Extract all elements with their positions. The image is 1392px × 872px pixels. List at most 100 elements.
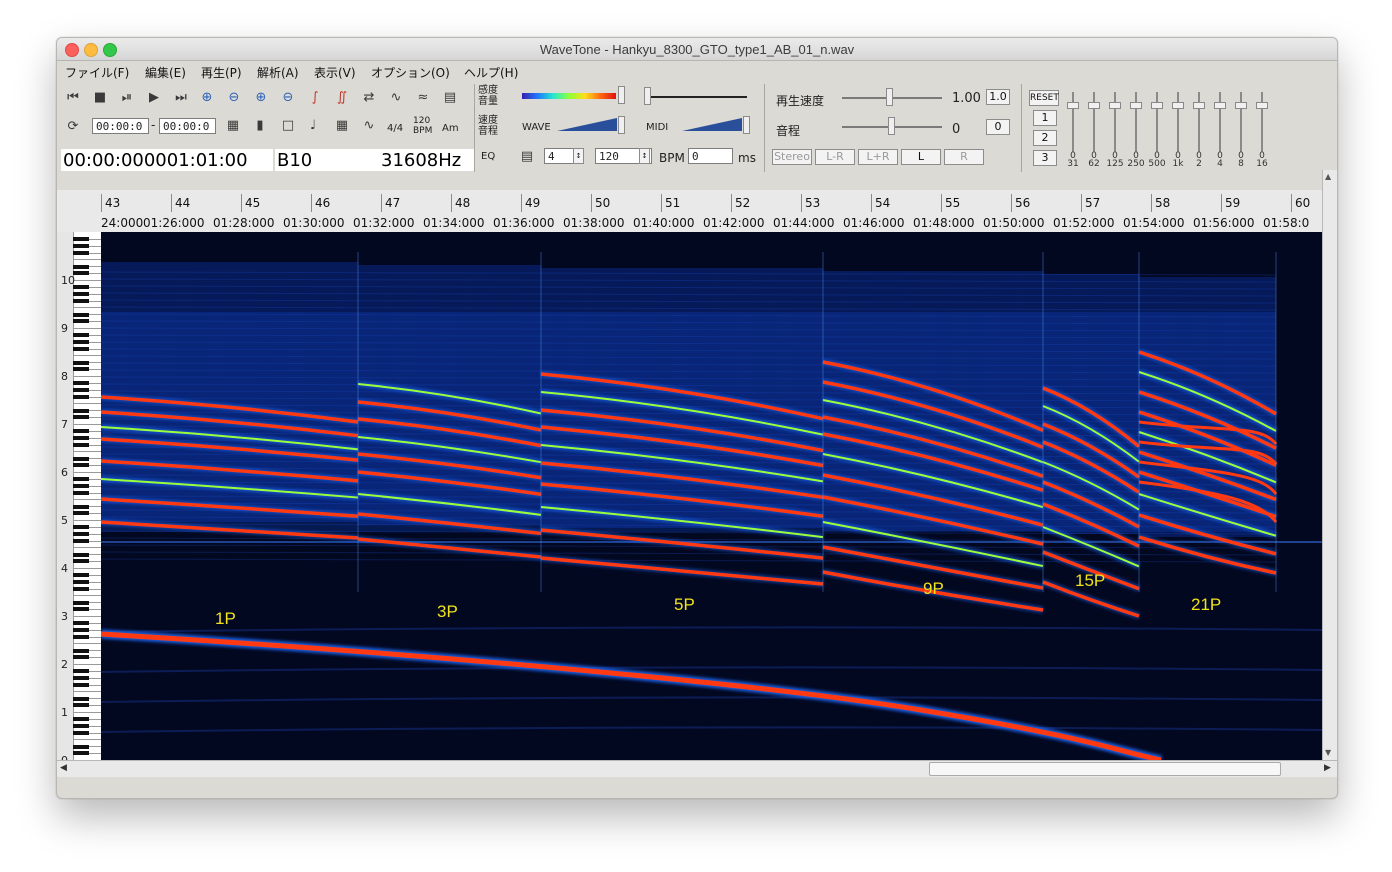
spectrogram-view[interactable]: 1P 3P 5P 9P 15P 21P: [101, 232, 1322, 760]
time-signature-label[interactable]: 4/4: [387, 123, 403, 134]
black-key: [73, 346, 89, 351]
pitch-reset-button[interactable]: 0: [986, 119, 1010, 135]
eq-band-thumb[interactable]: [1214, 102, 1226, 109]
eq-band-thumb[interactable]: [1088, 102, 1100, 109]
waveform-icon[interactable]: ∿: [386, 88, 406, 108]
scroll-down-icon[interactable]: ▼: [1325, 748, 1331, 757]
rewind-icon[interactable]: ⏮: [63, 88, 83, 108]
black-key: [73, 621, 89, 626]
white-key-divider: [73, 739, 101, 741]
eq-band-slider[interactable]: [1067, 92, 1079, 152]
expand-icon[interactable]: ∫: [305, 88, 325, 108]
curve-icon[interactable]: ∿: [359, 116, 379, 136]
range-end-field[interactable]: 00:00:0: [159, 118, 216, 134]
time-ruler[interactable]: 43 44 45 46 47 48 49 50 51 52 53 54 55 56 57 58 59 60 24:0…: [101, 190, 1322, 233]
eq-band-slider[interactable]: [1172, 92, 1184, 152]
eq-band-thumb[interactable]: [1256, 102, 1268, 109]
eq-band-slider[interactable]: [1109, 92, 1121, 152]
eq-label[interactable]: EQ: [481, 151, 495, 162]
eq-band-thumb[interactable]: [1130, 102, 1142, 109]
stereo-button[interactable]: Stereo: [772, 149, 812, 165]
menu-file[interactable]: ファイル(F): [65, 64, 129, 81]
chord-icon[interactable]: Am: [442, 123, 459, 134]
eq-band-slider[interactable]: [1088, 92, 1100, 152]
gear-annotation: 5P: [674, 595, 695, 614]
eq-band-thumb[interactable]: [1151, 102, 1163, 109]
loop-icon[interactable]: ⟳: [63, 117, 83, 137]
wave-volume-ramp[interactable]: [557, 118, 617, 132]
volume-slider-track[interactable]: [647, 96, 747, 98]
select-rect-icon[interactable]: □: [278, 116, 298, 136]
menu-play[interactable]: 再生(P): [201, 64, 242, 81]
eq-preset-1-button[interactable]: 1: [1033, 110, 1057, 126]
left-channel-button[interactable]: L: [901, 149, 941, 165]
piano-keyboard[interactable]: 109876543210: [57, 232, 101, 760]
bpm-spinner[interactable]: ↕: [639, 148, 650, 164]
right-channel-button[interactable]: R: [944, 149, 984, 165]
zoom-out-horizontal-icon[interactable]: ⊖: [224, 88, 244, 108]
midi-volume-ramp[interactable]: [682, 118, 742, 132]
black-key: [73, 724, 89, 728]
collapse-icon[interactable]: ∬: [332, 88, 352, 108]
horizontal-scrollbar[interactable]: ◀ ▶: [57, 760, 1337, 777]
table-icon[interactable]: ▦: [332, 116, 352, 136]
eq-band-thumb[interactable]: [1109, 102, 1121, 109]
eq-band-thumb[interactable]: [1067, 102, 1079, 109]
eq-band-slider[interactable]: [1130, 92, 1142, 152]
eq-preset-2-button[interactable]: 2: [1033, 130, 1057, 146]
eq-band-slider[interactable]: [1151, 92, 1163, 152]
beats-spinner[interactable]: ↕: [573, 148, 584, 164]
eq-reset-button[interactable]: RESET: [1029, 90, 1059, 106]
zoom-in-horizontal-icon[interactable]: ⊕: [197, 88, 217, 108]
stop-icon[interactable]: ■: [90, 88, 110, 108]
note-icon[interactable]: ♩: [303, 116, 323, 136]
eq-band-slider[interactable]: [1193, 92, 1205, 152]
menu-view[interactable]: 表示(V): [314, 64, 356, 81]
speed-slider-thumb[interactable]: [886, 88, 893, 106]
white-key-divider: [73, 259, 101, 261]
grid-view-icon[interactable]: ▦: [223, 116, 243, 136]
play-icon[interactable]: ▶: [144, 88, 164, 108]
l-plus-r-button[interactable]: L+R: [858, 149, 898, 165]
pitch-slider-thumb[interactable]: [888, 117, 895, 135]
horizontal-scroll-thumb[interactable]: [929, 762, 1281, 776]
bar-tick: [941, 194, 942, 212]
zoom-out-vertical-icon[interactable]: ⊖: [278, 88, 298, 108]
eq-band-track: [1135, 92, 1137, 152]
bpm-icon-bottom[interactable]: BPM: [413, 126, 432, 137]
color-gain-thumb[interactable]: [618, 86, 625, 104]
eq-band-slider[interactable]: [1214, 92, 1226, 152]
eq-band-thumb[interactable]: [1172, 102, 1184, 109]
eq-band-slider[interactable]: [1256, 92, 1268, 152]
menu-edit[interactable]: 編集(E): [145, 64, 186, 81]
eq-band-thumb[interactable]: [1193, 102, 1205, 109]
spectrogram-canvas[interactable]: 1P 3P 5P 9P 15P 21P: [101, 232, 1322, 760]
offset-input[interactable]: 0: [688, 148, 733, 164]
scroll-left-icon[interactable]: ◀: [60, 763, 67, 773]
pen-icon[interactable]: ▮: [250, 116, 270, 136]
octave-label: 2: [61, 658, 68, 671]
book-icon[interactable]: ▤: [440, 88, 460, 108]
scroll-up-icon[interactable]: ▲: [1325, 172, 1331, 181]
scroll-right-icon[interactable]: ▶: [1324, 763, 1331, 773]
l-minus-r-button[interactable]: L-R: [815, 149, 855, 165]
swap-icon[interactable]: ⇄: [359, 88, 379, 108]
range-start-field[interactable]: 00:00:0: [92, 118, 149, 134]
time-label: 01:58:0: [1263, 216, 1310, 230]
vertical-scrollbar[interactable]: ▲ ▼: [1322, 170, 1337, 760]
zoom-in-vertical-icon[interactable]: ⊕: [251, 88, 271, 108]
eq-band-thumb[interactable]: [1235, 102, 1247, 109]
menu-options[interactable]: オプション(O): [371, 64, 450, 81]
menu-analyze[interactable]: 解析(A): [257, 64, 299, 81]
waveform-alt-icon[interactable]: ≈: [413, 88, 433, 108]
menu-help[interactable]: ヘルプ(H): [464, 64, 518, 81]
eq-band-slider[interactable]: [1235, 92, 1247, 152]
midi-volume-thumb[interactable]: [743, 116, 750, 134]
gear-annotation: 21P: [1191, 595, 1221, 614]
eq-preset-3-button[interactable]: 3: [1033, 150, 1057, 166]
speed-reset-button[interactable]: 1.0: [986, 89, 1010, 105]
fast-forward-icon[interactable]: ⏭: [171, 88, 191, 108]
wave-volume-thumb[interactable]: [618, 116, 625, 134]
volume-slider-thumb[interactable]: [644, 87, 651, 105]
pause-play-icon[interactable]: ⏯: [117, 88, 137, 108]
